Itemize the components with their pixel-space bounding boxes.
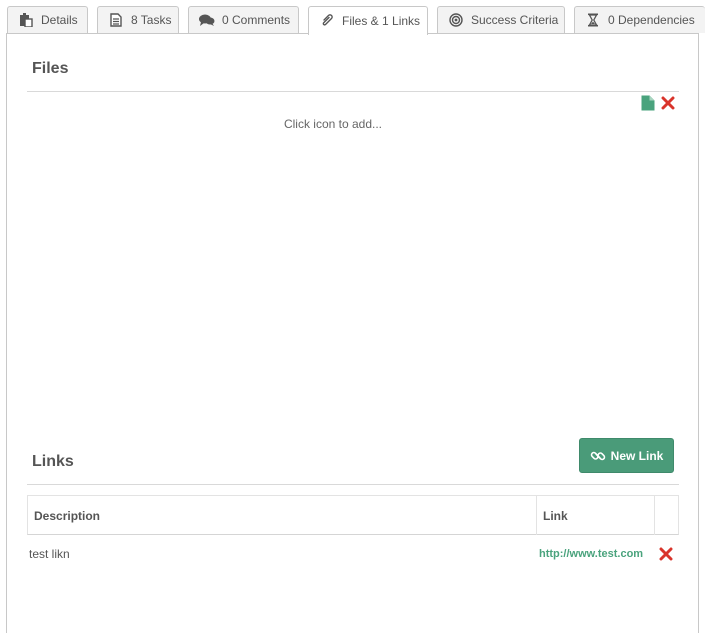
link-icon: [590, 448, 606, 464]
add-file-icon[interactable]: [641, 95, 655, 111]
tab-details[interactable]: Details: [7, 6, 88, 33]
tab-label: 0 Dependencies: [608, 13, 695, 27]
table-row: test likn http://www.test.com: [27, 535, 679, 573]
files-empty-hint: Click icon to add...: [283, 117, 383, 131]
tab-label: Details: [41, 13, 78, 27]
comments-icon: [199, 13, 215, 27]
column-header-link: Link: [537, 496, 655, 535]
tab-success-criteria[interactable]: Success Criteria: [437, 6, 565, 33]
column-header-actions: [655, 496, 679, 535]
tab-comments[interactable]: 0 Comments: [188, 6, 299, 33]
hourglass-icon: [585, 13, 601, 27]
paperclip-icon: [319, 14, 335, 28]
tab-label: Success Criteria: [471, 13, 559, 27]
tab-dependencies[interactable]: 0 Dependencies: [574, 6, 705, 33]
remove-file-icon[interactable]: [661, 96, 675, 110]
tab-label: 8 Tasks: [131, 13, 172, 27]
tab-tasks[interactable]: 8 Tasks: [97, 6, 179, 33]
links-table: Description Link test likn http://www.te…: [27, 495, 679, 573]
tab-label: 0 Comments: [222, 13, 291, 27]
document-icon: [108, 13, 124, 27]
files-links-panel: Files Click icon to add... Links New Lin…: [6, 33, 699, 633]
new-link-label: New Link: [610, 448, 664, 463]
link-description: test likn: [29, 547, 70, 561]
links-table-header: Description Link: [27, 495, 679, 535]
link-url[interactable]: http://www.test.com: [539, 535, 643, 573]
files-heading: Files: [32, 60, 69, 77]
tab-label: Files & 1 Links: [342, 14, 421, 28]
tab-files-links[interactable]: Files & 1 Links: [308, 6, 428, 35]
new-link-button[interactable]: New Link: [579, 438, 674, 473]
files-divider: [27, 91, 679, 92]
links-heading: Links: [32, 453, 74, 470]
column-header-description: Description: [28, 496, 537, 535]
links-divider: [27, 484, 679, 485]
delete-link-icon[interactable]: [659, 535, 673, 573]
clipboard-icon: [18, 13, 34, 27]
tab-bar: Details 8 Tasks 0 Comments Files & 1 Lin…: [0, 0, 705, 35]
task-detail-view: Details 8 Tasks 0 Comments Files & 1 Lin…: [0, 0, 705, 633]
target-icon: [448, 13, 464, 27]
